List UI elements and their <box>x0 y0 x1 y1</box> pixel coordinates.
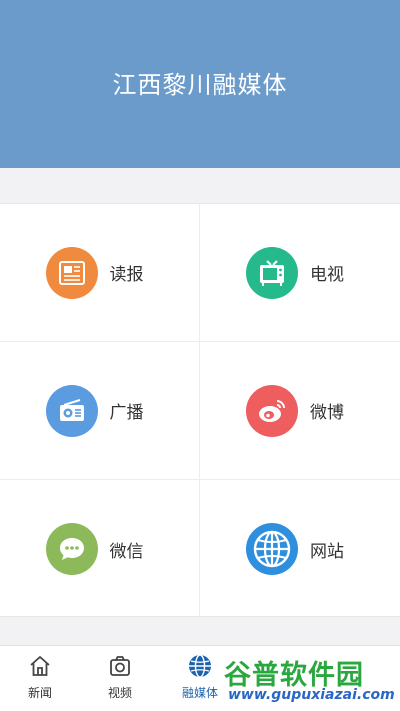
wechat-icon <box>45 523 98 575</box>
grid-item-newspaper[interactable]: 读报 <box>0 204 200 342</box>
media-grid: 读报 电视 广播 微博 微信 网站 <box>0 203 400 618</box>
grid-item-weibo[interactable]: 微博 <box>200 342 400 480</box>
grid-item-label: 电视 <box>310 265 344 285</box>
tab-4[interactable] <box>240 646 320 711</box>
grid-item-website[interactable]: 网站 <box>200 480 400 618</box>
tab-media[interactable]: 融媒体 <box>160 646 240 711</box>
weibo-icon <box>246 384 298 437</box>
tab-label: 视频 <box>107 686 132 700</box>
app-header: 江西黎川融媒体 <box>0 0 400 168</box>
tab-4-icon <box>266 652 294 680</box>
grid-item-label: 广播 <box>109 403 144 423</box>
grid-item-label: 读报 <box>109 265 144 285</box>
newspaper-icon <box>45 246 98 299</box>
tab-label: 新闻 <box>27 686 52 700</box>
tab-label: 融媒体 <box>181 686 218 700</box>
grid-item-label: 微博 <box>310 403 344 423</box>
tab-5[interactable] <box>320 646 400 711</box>
globe-icon <box>186 652 214 680</box>
globe-icon <box>246 523 298 575</box>
tab-video[interactable]: 视频 <box>80 646 160 711</box>
grid-item-wechat[interactable]: 微信 <box>0 480 200 618</box>
grid-item-radio[interactable]: 广播 <box>0 342 200 480</box>
grid-item-label: 网站 <box>310 541 344 562</box>
grid-item-label: 微信 <box>109 541 144 562</box>
grid-item-tv[interactable]: 电视 <box>200 204 400 342</box>
bottom-tab-bar: 新闻 视频 融媒体 <box>0 645 400 711</box>
page-title: 江西黎川融媒体 <box>112 70 288 99</box>
tab-news[interactable]: 新闻 <box>0 646 80 711</box>
radio-icon <box>45 384 98 437</box>
home-icon <box>26 652 54 680</box>
tab-5-icon <box>346 652 374 680</box>
camera-icon <box>106 652 134 680</box>
tv-icon <box>246 246 298 299</box>
